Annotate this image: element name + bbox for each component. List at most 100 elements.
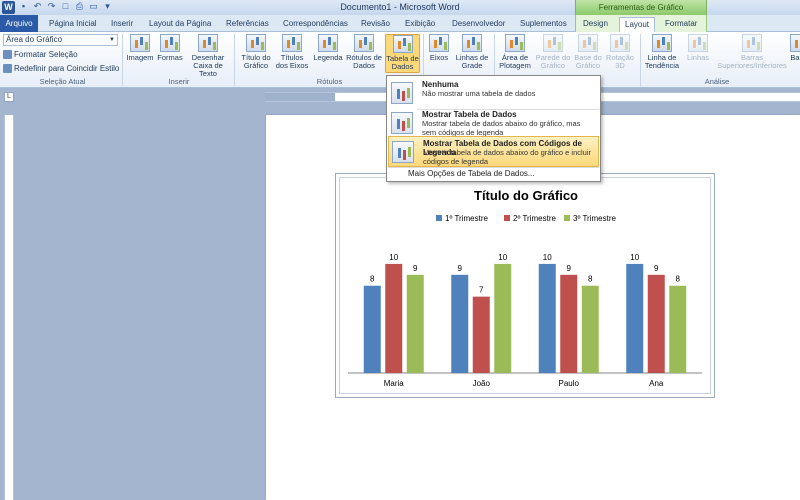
data-label[interactable]: 8 [370,275,375,284]
axes-label: Eixos [429,53,449,62]
data-labels-label-2: Dados [353,61,375,70]
tab-referencias[interactable]: Referências [221,17,274,32]
legend-key-3[interactable] [564,215,570,221]
data-label[interactable]: 9 [413,264,418,273]
legend-key-2[interactable] [504,215,510,221]
chart-title[interactable]: Título do Gráfico [474,188,578,203]
ruler-margin-left [265,93,335,101]
axis-titles-button[interactable]: Títulos dos Eixos [274,34,310,70]
data-labels-button[interactable]: Rótulos de Dados [345,34,383,70]
show-data-table-legend-icon [392,141,414,163]
data-label[interactable]: 9 [654,264,659,273]
category-label[interactable]: Paulo [559,379,580,388]
tab-arquivo[interactable]: Arquivo [0,15,38,32]
3d-rotation-button[interactable]: Rotação 3D [604,34,636,70]
bar-maria-s3[interactable] [406,274,424,373]
gridlines-button[interactable]: Linhas de Grade [453,34,491,70]
menu-item-nenhuma[interactable]: Nenhuma Não mostrar uma tabela de dados [388,78,599,109]
data-label[interactable]: 10 [389,253,398,262]
shapes-icon [160,34,180,52]
bar-maria-s2[interactable] [385,263,403,373]
category-label[interactable]: João [473,379,491,388]
bar-joão-s3[interactable] [494,263,512,373]
error-bars-button[interactable]: Ba [790,34,800,62]
reset-style-button[interactable]: Redefinir para Coincidir Estilo [3,63,119,74]
chart-floor-button[interactable]: Base do Gráfico [572,34,604,70]
bar-ana-s3[interactable] [669,285,687,373]
tab-design[interactable]: Design [578,17,613,32]
tab-layout-da-pagina[interactable]: Layout da Página [144,17,216,32]
bar-joão-s1[interactable] [451,274,469,373]
data-label[interactable]: 8 [588,275,593,284]
chart-title-button[interactable]: Título do Gráfico [238,34,274,70]
data-label[interactable]: 10 [543,253,552,262]
chart-wall-button[interactable]: Parede do Gráfico [534,34,572,70]
reset-style-icon [3,64,12,73]
legend-label-1[interactable]: 1º Trimestre [445,214,488,223]
data-label[interactable]: 8 [676,275,681,284]
format-selection-button[interactable]: Formatar Seleção [3,49,78,60]
shapes-button[interactable]: Formas [155,34,185,62]
format-selection-label: Formatar Seleção [14,50,78,59]
tab-exibicao[interactable]: Exibição [400,17,440,32]
legend-key-1[interactable] [436,215,442,221]
plot-area-button[interactable]: Área de Plotagem [496,34,534,70]
trendline-button[interactable]: Linha de Tendência [642,34,682,70]
draw-text-box-button[interactable]: Desenhar Caixa de Texto [185,34,231,78]
menu-item-mostrar-tabela-legenda[interactable]: Mostrar Tabela de Dados com Códigos de L… [388,136,599,167]
tab-suplementos[interactable]: Suplementos [515,17,572,32]
category-label[interactable]: Ana [649,379,664,388]
chart-area[interactable]: Título do Gráfico 1º Trimestre 2º Trimest… [335,173,715,398]
gridlines-icon [462,34,482,52]
plot-area[interactable]: 8 10 9 Maria 9 7 10 João 10 9 8 Paulo 10 9 8 Ana [348,253,702,388]
chart-tools-banner: Ferramentas de Gráfico [575,0,707,15]
gridlines-label-2: Grade [461,61,483,70]
legend-button[interactable]: Legenda [311,34,345,62]
title-bar: W ▪ ↶ ↷ □ ⎙ ▭ ▾ Documento1 - Microsoft W… [0,0,800,15]
tab-inserir[interactable]: Inserir [106,17,138,32]
bar-joão-s2[interactable] [472,296,490,373]
bar-paulo-s1[interactable] [538,263,556,373]
plot-area-icon [505,34,525,52]
show-data-table-icon [391,112,413,134]
3d-rotation-icon [610,34,630,52]
data-label[interactable]: 9 [567,264,572,273]
data-label[interactable]: 10 [630,253,639,262]
insert-picture-button[interactable]: Imagem [125,34,155,62]
category-label[interactable]: Maria [384,379,405,388]
tab-desenvolvedor[interactable]: Desenvolvedor [447,17,510,32]
tab-layout[interactable]: Layout [619,17,656,32]
insert-picture-label: Imagem [126,53,154,62]
group-label-selecao-atual: Seleção Atual [39,77,86,86]
chart-element-dropdown[interactable]: Área do Gráfico ▼ [3,34,118,46]
bar-maria-s1[interactable] [363,285,381,373]
plot-area-label-2: Plotagem [499,61,531,70]
menu-item-title: Mostrar Tabela de Dados [422,110,517,119]
up-down-bars-button[interactable]: Barras Superiores/Inferiores [712,34,792,70]
chart-legend[interactable]: 1º Trimestre 2º Trimestre 3º Trimestre [436,214,616,223]
data-table-label-2: Dados [391,62,414,71]
bar-ana-s2[interactable] [647,274,665,373]
lines-icon [688,34,708,52]
menu-item-mostrar-tabela[interactable]: Mostrar Tabela de Dados Mostrar tabela d… [388,108,599,139]
bar-ana-s1[interactable] [626,263,644,373]
axes-button[interactable]: Eixos [426,34,452,62]
tab-selector[interactable]: L [4,92,14,102]
data-table-button[interactable]: Tabela de Dados [385,34,420,73]
tab-formatar[interactable]: Formatar [660,17,702,32]
legend-label-2[interactable]: 2º Trimestre [513,214,556,223]
tab-correspondencias[interactable]: Correspondências [278,17,353,32]
bar-paulo-s3[interactable] [581,285,599,373]
chart-floor-label-2: Gráfico [575,61,601,70]
legend-label-3[interactable]: 3º Trimestre [573,214,616,223]
more-data-table-options[interactable]: Mais Opções de Tabela de Dados... [388,168,599,180]
bar-paulo-s2[interactable] [560,274,578,373]
data-label[interactable]: 7 [479,286,484,295]
vertical-ruler[interactable] [4,115,14,500]
tab-pagina-inicial[interactable]: Página Inicial [44,17,102,32]
tab-revisao[interactable]: Revisão [356,17,395,32]
chart-title-label-2: Gráfico [243,61,269,70]
data-label[interactable]: 9 [458,264,463,273]
lines-button[interactable]: Linhas [683,34,713,62]
data-label[interactable]: 10 [498,253,507,262]
